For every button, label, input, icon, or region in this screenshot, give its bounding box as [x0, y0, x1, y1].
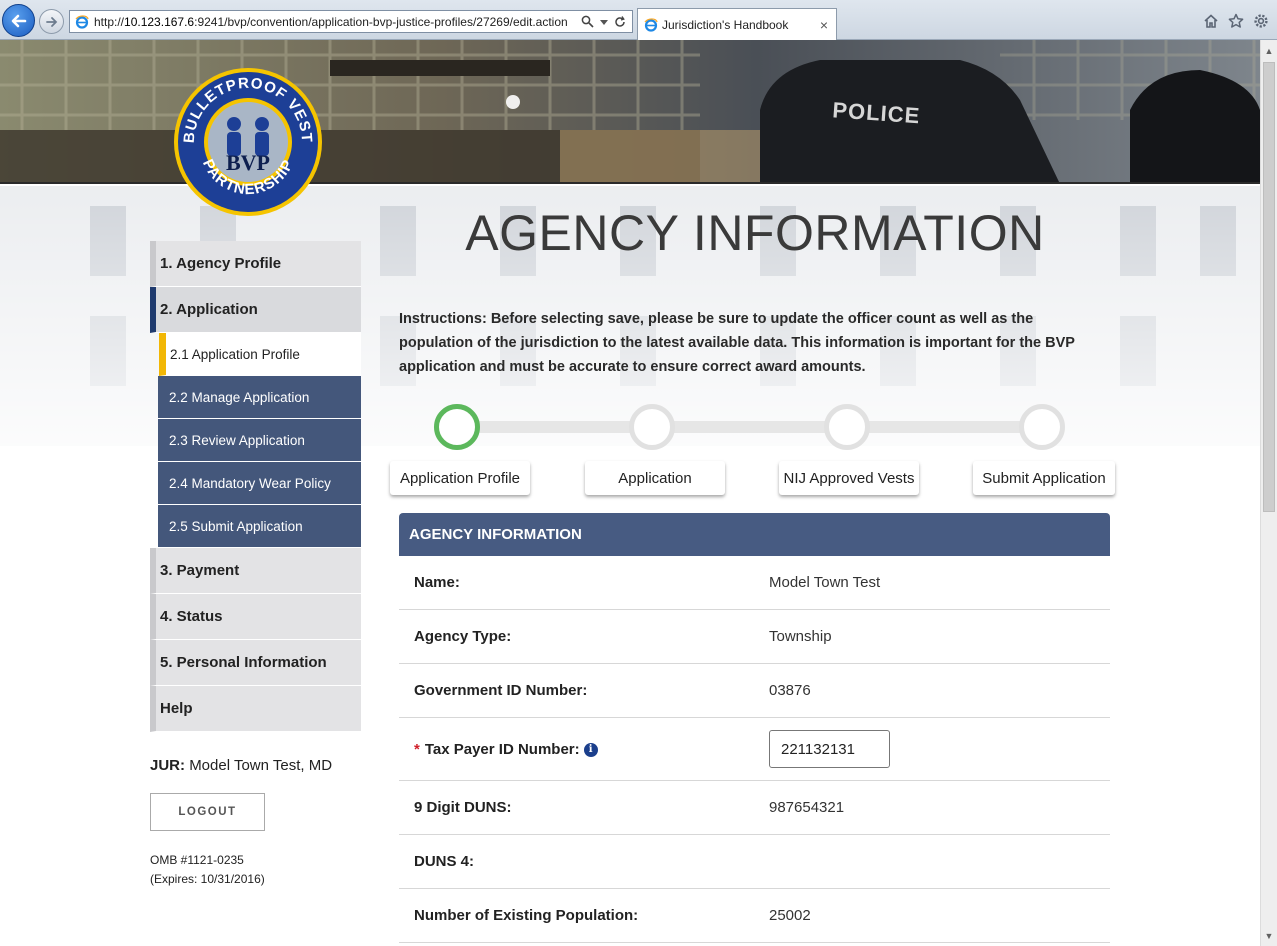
row-duns-4: DUNS 4:: [399, 835, 1110, 889]
jurisdiction-info: JUR: Model Town Test, MD: [150, 757, 333, 774]
step-dot-submit-application: [1019, 404, 1065, 450]
browser-tab[interactable]: Jurisdiction's Handbook ×: [637, 8, 837, 40]
sidebar-item-application[interactable]: 2. Application: [150, 287, 361, 333]
sidebar-subitem-application-profile[interactable]: 2.1 Application Profile: [159, 333, 361, 376]
progress-stepper: Application Profile Application NIJ Appr…: [390, 404, 1115, 495]
ie-icon: [644, 17, 658, 32]
forward-button[interactable]: [39, 9, 64, 34]
step-dot-nij-approved-vests: [824, 404, 870, 450]
row-government-id: Government ID Number: 03876: [399, 664, 1110, 718]
sidebar-item-payment[interactable]: 3. Payment: [150, 548, 361, 594]
sidebar-subitem-review-application[interactable]: 2.3 Review Application: [158, 419, 361, 462]
step-application-profile[interactable]: Application Profile: [390, 461, 530, 495]
sidebar-nav: 1. Agency Profile 2. Application 2.1 App…: [150, 241, 361, 732]
page: POLICE BULLETPROOF VEST PARTNERSHIP BVP …: [0, 40, 1260, 946]
required-marker: *: [414, 741, 420, 758]
page-title: AGENCY INFORMATION: [465, 205, 1045, 261]
agency-type-value: Township: [769, 628, 832, 645]
logout-button[interactable]: LOGOUT: [150, 793, 265, 831]
omb-info: OMB #1121-0235 (Expires: 10/31/2016): [150, 853, 265, 886]
population-label: Number of Existing Population:: [414, 907, 639, 924]
duns9-value: 987654321: [769, 799, 845, 816]
tax-payer-id-input[interactable]: [769, 730, 890, 768]
favorites-star-icon[interactable]: [1227, 12, 1244, 29]
step-dot-application: [629, 404, 675, 450]
sidebar-item-status[interactable]: 4. Status: [150, 594, 361, 640]
government-id-label: Government ID Number:: [414, 682, 588, 699]
page-scrollbar[interactable]: ▲ ▼: [1260, 40, 1277, 946]
chevron-down-icon[interactable]: [600, 18, 608, 26]
duns9-label: 9 Digit DUNS:: [414, 799, 512, 816]
tax-payer-id-label: * Tax Payer ID Number: i: [414, 741, 598, 758]
back-button[interactable]: [2, 4, 35, 37]
sidebar-subitem-mandatory-wear-policy[interactable]: 2.4 Mandatory Wear Policy: [158, 462, 361, 505]
name-value: Model Town Test: [769, 574, 881, 591]
agency-info-header: AGENCY INFORMATION: [399, 513, 1110, 556]
tab-title: Jurisdiction's Handbook: [662, 17, 789, 32]
sidebar-subitem-submit-application[interactable]: 2.5 Submit Application: [158, 505, 361, 548]
name-label: Name:: [414, 574, 460, 591]
refresh-icon[interactable]: [614, 15, 626, 28]
row-name: Name: Model Town Test: [399, 556, 1110, 610]
home-icon[interactable]: [1202, 12, 1219, 29]
info-icon[interactable]: i: [583, 742, 598, 757]
row-agency-type: Agency Type: Township: [399, 610, 1110, 664]
step-submit-application[interactable]: Submit Application: [973, 461, 1115, 495]
arrow-left-icon: [11, 14, 26, 27]
scroll-down-icon[interactable]: ▼: [1261, 927, 1277, 944]
row-tax-payer-id: * Tax Payer ID Number: i: [399, 718, 1110, 781]
url-text: http://10.123.167.6:9241/bvp/convention/…: [94, 14, 568, 29]
stepper-track: [458, 421, 1041, 433]
government-id-value: 03876: [769, 682, 811, 699]
agency-type-label: Agency Type:: [414, 628, 512, 645]
step-nij-approved-vests[interactable]: NIJ Approved Vests: [779, 461, 919, 495]
scroll-thumb[interactable]: [1263, 62, 1275, 512]
logo-mark-text: BVP: [226, 150, 270, 175]
instructions-text: Instructions: Before selecting save, ple…: [399, 311, 1075, 375]
sidebar-subitem-manage-application[interactable]: 2.2 Manage Application: [158, 376, 361, 419]
search-icon[interactable]: [581, 15, 594, 28]
step-application[interactable]: Application: [585, 461, 725, 495]
population-value: 25002: [769, 907, 811, 924]
sidebar-item-agency-profile[interactable]: 1. Agency Profile: [150, 241, 361, 287]
arrow-right-icon: [45, 16, 57, 27]
bvp-logo: BULLETPROOF VEST PARTNERSHIP BVP: [174, 68, 322, 216]
row-9-digit-duns: 9 Digit DUNS: 987654321: [399, 781, 1110, 835]
gear-icon[interactable]: [1252, 12, 1269, 29]
sidebar-item-help[interactable]: Help: [150, 686, 361, 732]
agency-info-panel: AGENCY INFORMATION Name: Model Town Test…: [399, 513, 1110, 943]
address-bar[interactable]: http://10.123.167.6:9241/bvp/convention/…: [69, 10, 633, 33]
browser-chrome: http://10.123.167.6:9241/bvp/convention/…: [0, 0, 1277, 40]
sidebar-item-personal-information[interactable]: 5. Personal Information: [150, 640, 361, 686]
scroll-up-icon[interactable]: ▲: [1261, 42, 1277, 59]
ie-icon: [75, 14, 89, 29]
step-dot-application-profile: [434, 404, 480, 450]
close-tab-icon[interactable]: ×: [816, 17, 832, 33]
duns4-label: DUNS 4:: [414, 853, 475, 870]
row-existing-population: Number of Existing Population: 25002: [399, 889, 1110, 943]
